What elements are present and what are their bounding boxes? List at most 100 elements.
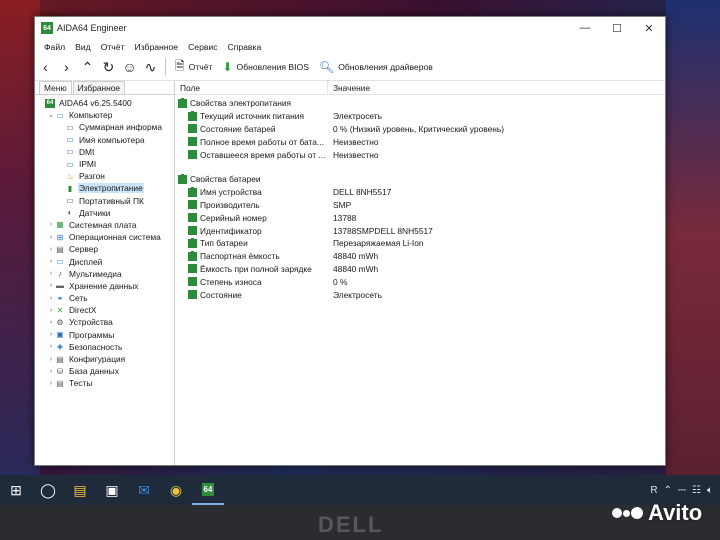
programs-icon: ▣	[56, 330, 64, 340]
chevron-up-icon[interactable]: ⌃	[664, 485, 672, 496]
tree-item[interactable]: › ✕ DirectX	[35, 304, 174, 316]
aida64-taskbar-icon[interactable]: 64	[192, 475, 224, 505]
forward-icon[interactable]: ›	[56, 57, 77, 78]
detail-row[interactable]: Состояние батарей 0 % (Низкий уровень, Кр…	[175, 123, 665, 136]
expand-icon[interactable]: ›	[47, 331, 55, 338]
power-icon[interactable]: ⎓	[678, 485, 686, 496]
expand-icon[interactable]: ⌄	[47, 111, 55, 119]
tree-item[interactable]: › ▦ Системная плата	[35, 219, 174, 231]
expand-icon[interactable]: ›	[47, 319, 55, 326]
expand-icon[interactable]: ›	[47, 356, 55, 363]
tree-item[interactable]: ▭ IPMI	[35, 158, 174, 170]
tray-text[interactable]: R	[650, 485, 657, 496]
tree-item[interactable]: › ▣ Программы	[35, 329, 174, 341]
expand-icon[interactable]: ›	[47, 282, 55, 289]
field-column-header[interactable]: Поле	[175, 80, 328, 95]
menu-favorites[interactable]: Избранное	[130, 42, 184, 52]
menu-report[interactable]: Отчёт	[96, 42, 130, 52]
explorer-icon[interactable]: ▤	[64, 475, 96, 505]
tab-menu[interactable]: Меню	[39, 81, 72, 94]
expand-icon[interactable]: ›	[47, 307, 55, 314]
expand-icon[interactable]: ›	[47, 295, 55, 302]
value-column-header[interactable]: Значение	[328, 83, 370, 93]
title-bar[interactable]: 64 AIDA64 Engineer — ☐ ✕	[35, 17, 665, 39]
driver-update-button[interactable]: 🔍︎ Обновления драйверов	[314, 57, 438, 78]
expand-icon[interactable]: ›	[47, 380, 55, 387]
expand-icon[interactable]: ›	[47, 258, 55, 265]
detail-row[interactable]: Паспортная ёмкость 48840 mWh	[175, 250, 665, 263]
tree-item[interactable]: ▭ Портативный ПК	[35, 195, 174, 207]
tree-item[interactable]: ▮ Электропитание	[35, 182, 174, 194]
expand-icon[interactable]: ›	[47, 270, 55, 277]
refresh-icon[interactable]: ↻	[98, 57, 119, 78]
tree-item-label: Электропитание	[78, 183, 144, 194]
chrome-icon[interactable]: ◉	[160, 475, 192, 505]
search-icon[interactable]: ◯	[32, 475, 64, 505]
tree-item-label: Дисплей	[69, 256, 103, 267]
tree-item[interactable]: › ⊞ Операционная система	[35, 231, 174, 243]
chart-icon[interactable]: ∿	[140, 57, 161, 78]
expand-icon[interactable]: ›	[47, 343, 55, 350]
detail-row[interactable]: Полное время работы от бата... Неизвестно	[175, 135, 665, 148]
menu-view[interactable]: Вид	[70, 42, 96, 52]
report-button[interactable]: 🗎 Отчёт	[170, 57, 217, 78]
close-button[interactable]: ✕	[633, 17, 665, 39]
detail-row[interactable]: Идентификатор 13788SMPDELL 8NH5517	[175, 224, 665, 237]
tree-item[interactable]: › ◈ Безопасность	[35, 341, 174, 353]
detail-row[interactable]: Текущий источник питания Электросеть	[175, 110, 665, 123]
detail-row[interactable]: Ёмкость при полной зарядке 48840 mWh	[175, 263, 665, 276]
detail-row[interactable]: Степень износа 0 %	[175, 275, 665, 288]
tree-item[interactable]: › ♪ Мультимедиа	[35, 268, 174, 280]
detail-row[interactable]: Серийный номер 13788	[175, 211, 665, 224]
network-icon[interactable]: ☷	[692, 485, 701, 496]
group-header[interactable]: Свойства батареи	[175, 173, 665, 186]
bios-update-button[interactable]: ⬇ Обновления BIOS	[217, 57, 313, 78]
expand-icon[interactable]: ›	[47, 234, 55, 241]
back-icon[interactable]: ‹	[35, 57, 56, 78]
tree-item[interactable]: › ⚭ Сеть	[35, 292, 174, 304]
tree-item[interactable]: › ▬ Хранение данных	[35, 280, 174, 292]
expand-icon[interactable]: ›	[47, 246, 55, 253]
maximize-button[interactable]: ☐	[601, 17, 633, 39]
tree-item[interactable]: › ⚙ Устройства	[35, 316, 174, 328]
avito-dots-icon	[612, 507, 644, 519]
tree-item-label: DMI	[79, 146, 95, 157]
tree-item[interactable]: ♨ Разгон	[35, 170, 174, 182]
tree-item[interactable]: › ⛁ База данных	[35, 365, 174, 377]
minimize-button[interactable]: —	[569, 17, 601, 39]
store-icon[interactable]: ▣	[96, 475, 128, 505]
field-value: Электросеть	[333, 111, 382, 122]
tree-item[interactable]: ▭ DMI	[35, 146, 174, 158]
volume-icon[interactable]: 🔈︎	[707, 485, 713, 496]
tree-item[interactable]: ⌄ ▭ Компьютер	[35, 109, 174, 121]
tree-item[interactable]: ▭ Суммарная информа	[35, 121, 174, 133]
menu-help[interactable]: Справка	[223, 42, 267, 52]
tree-item[interactable]: › ▤ Конфигурация	[35, 353, 174, 365]
detail-row[interactable]: Состояние Электросеть	[175, 288, 665, 301]
tree-item[interactable]: ◐ Датчики	[35, 207, 174, 219]
monitor-icon: ▭	[66, 122, 74, 132]
menu-file[interactable]: Файл	[39, 42, 70, 52]
detail-row[interactable]: Производитель SMP	[175, 199, 665, 212]
tab-favorites[interactable]: Избранное	[72, 81, 126, 94]
user-icon[interactable]: ☺	[119, 57, 140, 78]
expand-icon[interactable]: ›	[47, 221, 55, 228]
battery-icon	[188, 289, 197, 300]
tree-item[interactable]: › ▭ Дисплей	[35, 255, 174, 267]
tree-item[interactable]: › ▤ Тесты	[35, 377, 174, 389]
detail-row[interactable]: Оставшееся время работы от ... Неизвестно	[175, 148, 665, 161]
tree-item[interactable]: 64 AIDA64 v6.25.5400	[35, 97, 174, 109]
group-title: Свойства батареи	[190, 174, 261, 185]
up-icon[interactable]: ⌃	[77, 57, 98, 78]
menu-service[interactable]: Сервис	[183, 42, 222, 52]
field-value: DELL 8NH5517	[333, 187, 392, 198]
tree-item[interactable]: ▭ Имя компьютера	[35, 134, 174, 146]
mail-icon[interactable]: ✉	[128, 475, 160, 505]
expand-icon[interactable]: ›	[47, 368, 55, 375]
detail-row[interactable]: Имя устройства DELL 8NH5517	[175, 186, 665, 199]
tree-item[interactable]: › ▤ Сервер	[35, 243, 174, 255]
start-button[interactable]: ⊞	[0, 475, 32, 505]
detail-row[interactable]: Тип батареи Перезаряжаемая Li-Ion	[175, 237, 665, 250]
group-header[interactable]: Свойства электропитания	[175, 97, 665, 110]
